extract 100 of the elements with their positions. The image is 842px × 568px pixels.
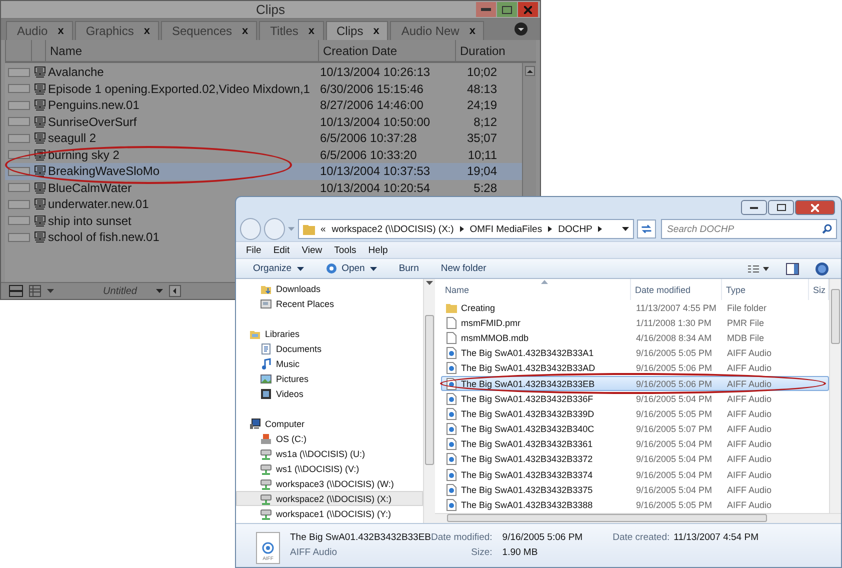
clip-name[interactable]: seagull 2 [48,131,96,146]
bin-tab[interactable]: Audio New x [390,21,484,40]
clip-name[interactable]: Avalanche [48,65,104,80]
file-row[interactable]: msmMMOB.mdb 4/16/2008 8:34 AM MDB File [441,330,829,346]
clip-name[interactable]: Penguins.new.01 [48,98,140,112]
nav-item[interactable]: Recent Places [236,296,424,311]
scroll-left-icon[interactable] [169,285,181,297]
file-row[interactable]: The Big SwA01.432B3432B340C 9/16/2005 5:07 PM AIFF Audio [441,422,829,437]
horizontal-scrollbar[interactable] [435,512,841,523]
close-button[interactable] [795,200,835,215]
frame-view-icon[interactable] [9,285,23,297]
menu-item[interactable]: View [302,244,322,256]
thumbnail-slot [8,216,30,226]
toolbar-button[interactable]: Open [326,263,377,274]
scroll-up-icon[interactable] [524,66,534,76]
file-row[interactable]: The Big SwA01.432B3432B3372 9/16/2005 5:04 PM AIFF Audio [441,452,829,468]
file-type: File folder [726,302,768,313]
menu-item[interactable]: File [246,244,262,256]
menu-icon[interactable] [514,22,528,36]
file-row[interactable]: The Big SwA01.432B3432B3388 9/16/2005 5:05 PM AIFF Audio [441,497,829,513]
address-bar[interactable]: « workspace2 (\\DOCISIS) (X:) OMFI MediaFiles DOCHP [298,219,634,239]
close-tab-button[interactable]: x [58,25,64,37]
breadcrumb[interactable]: OMFI MediaFiles [470,224,542,234]
date-modified: 9/16/2005 5:04 PM [635,484,714,495]
bin-tab[interactable]: Sequences x [160,21,258,40]
list-view-icon[interactable] [29,285,41,297]
bin-tab[interactable]: Titles x [259,21,324,40]
column-header[interactable]: Creation Date [318,40,455,61]
clip-icon [34,148,46,161]
file-row[interactable]: The Big SwA01.432B3432B3375 9/16/2005 5:04 PM AIFF Audio [441,482,829,498]
nav-item[interactable]: Videos [236,386,424,401]
clip-name[interactable]: underwater.new.01 [48,197,149,212]
nav-item[interactable]: ws1 (\\DOCISIS) (V:) [236,461,424,476]
menu-item[interactable]: Help [368,244,388,256]
nav-item[interactable]: workspace3 (\\DOCISIS) (W:) [236,476,424,491]
nav-heading[interactable]: Libraries [236,326,424,341]
clip-name[interactable]: burning sky 2 [48,148,120,162]
close-icon [524,6,532,14]
minimize-button[interactable] [741,200,767,215]
nav-item[interactable]: workspace2 (\\DOCISIS) (X:) [236,491,424,506]
file-row[interactable]: Creating 11/13/2007 4:55 PM File folder [441,300,829,316]
nav-item[interactable]: Pictures [236,371,424,386]
menu-item[interactable]: Edit [273,244,290,256]
scrollbar[interactable] [829,279,841,513]
nav-item[interactable]: OS (C:) [236,431,424,446]
column-header[interactable]: Duration [455,40,527,61]
toolbar-button[interactable]: Organize [253,263,304,274]
audio-file-icon [446,484,457,496]
breadcrumb-overflow[interactable]: « [320,224,326,234]
close-tab-button[interactable]: x [242,25,248,37]
column-header[interactable]: Date modified [631,279,722,300]
breadcrumb[interactable]: workspace2 (\\DOCISIS) (X:) [332,224,454,234]
help-icon[interactable] [815,262,829,276]
audio-file-icon [446,347,457,360]
maximize-button[interactable] [768,200,794,215]
file-row[interactable]: The Big SwA01.432B3432B33AD 9/16/2005 5:06 PM AIFF Audio [441,360,829,376]
nav-item[interactable]: workspace1 (\\DOCISIS) (Y:) [236,506,424,521]
preview-pane-icon[interactable] [786,262,799,274]
file-row[interactable]: The Big SwA01.432B3432B33EB 9/16/2005 5:06 PM AIFF Audio [441,376,829,392]
file-row[interactable]: The Big SwA01.432B3432B339D 9/16/2005 5:05 PM AIFF Audio [441,406,829,422]
column-header[interactable]: Name [45,40,318,61]
clip-name[interactable]: school of fish.new.01 [48,230,160,244]
column-header[interactable]: Type [722,279,809,300]
scrollbar[interactable] [423,279,435,523]
file-row[interactable]: msmFMID.pmr 1/11/2008 1:30 PM PMR File [441,315,829,330]
clip-name[interactable]: ship into sunset [48,214,132,228]
clip-name[interactable]: BlueCalmWater [48,180,132,195]
nav-item[interactable]: Downloads [236,281,424,296]
search-field[interactable]: Search DOCHP [661,219,838,240]
nav-item[interactable]: Documents [236,341,424,356]
file-row[interactable]: The Big SwA01.432B3432B33A1 9/16/2005 5:05 PM AIFF Audio [441,346,829,361]
date-modified: 9/16/2005 5:06 PM [635,378,714,389]
file-row[interactable]: The Big SwA01.432B3432B336F 9/16/2005 5:04 PM AIFF Audio [441,391,829,406]
search-icon[interactable] [822,224,832,234]
nav-item[interactable]: Music [236,356,424,371]
view-options-icon[interactable] [748,264,770,274]
clip-name[interactable]: SunriseOverSurf [48,114,137,129]
menu-item[interactable]: Tools [334,244,356,256]
bin-view-name[interactable]: Untitled [90,286,150,296]
refresh-icon[interactable] [637,219,656,239]
nav-heading[interactable]: Computer [236,416,424,431]
close-tab-button[interactable]: x [144,25,150,37]
column-header[interactable]: Name [441,279,631,300]
bin-tab[interactable]: Audio x [6,21,73,40]
clip-name[interactable]: Episode 1 opening.Exported.02,Video Mixdown,1 [48,82,310,96]
bin-tab[interactable]: Graphics x [74,21,159,40]
file-row[interactable]: The Big SwA01.432B3432B3374 9/16/2005 5:04 PM AIFF Audio [441,467,829,482]
close-button[interactable] [518,2,538,17]
close-tab-button[interactable]: x [373,25,380,37]
close-tab-button[interactable]: x [469,25,476,37]
toolbar-button[interactable]: Burn [398,263,419,274]
toolbar-button[interactable]: New folder [440,263,486,274]
clip-row[interactable]: BreakingWaveSloMo 10/13/2004 10:37:53 19;04 [5,163,522,180]
caret-icon [370,266,377,270]
breadcrumb[interactable]: DOCHP [558,224,592,234]
bin-tab[interactable]: Clips x [326,21,388,40]
close-tab-button[interactable]: x [308,25,315,37]
clip-name[interactable]: BreakingWaveSloMo [48,164,160,178]
nav-item[interactable]: ws1a (\\DOCISIS) (U:) [236,446,424,461]
file-row[interactable]: The Big SwA01.432B3432B3361 9/16/2005 5:04 PM AIFF Audio [441,436,829,452]
